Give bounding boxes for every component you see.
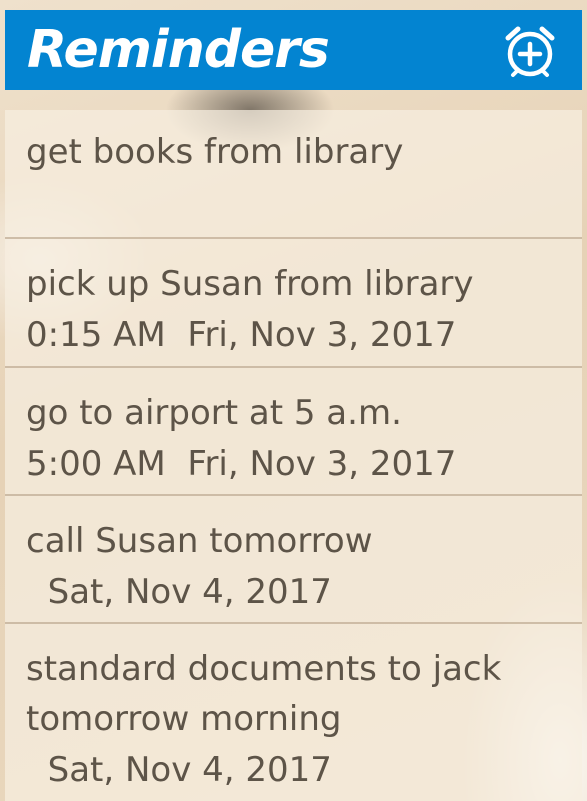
add-reminder-button[interactable]: [502, 20, 558, 80]
reminder-item[interactable]: go to airport at 5 a.m. 5:00 AM Fri, Nov…: [5, 368, 582, 496]
reminder-item[interactable]: standard documents to jack tomorrow morn…: [5, 624, 582, 801]
reminder-text: standard documents to jack: [26, 649, 502, 689]
reminder-datetime: Sat, Nov 4, 2017: [26, 750, 332, 790]
reminder-text: tomorrow morning: [26, 699, 342, 739]
reminder-item[interactable]: get books from library: [5, 110, 582, 239]
reminder-text: pick up Susan from library: [26, 264, 474, 304]
reminder-datetime: 5:00 AM Fri, Nov 3, 2017: [26, 444, 457, 484]
reminder-text: call Susan tomorrow: [26, 521, 373, 561]
app-header: Reminders: [5, 10, 582, 90]
reminder-datetime: 0:15 AM Fri, Nov 3, 2017: [26, 315, 457, 355]
alarm-add-icon: [505, 26, 555, 77]
reminder-text: go to airport at 5 a.m.: [26, 393, 402, 433]
reminder-item[interactable]: pick up Susan from library 0:15 AM Fri, …: [5, 239, 582, 368]
reminder-item[interactable]: call Susan tomorrow Sat, Nov 4, 2017: [5, 496, 582, 624]
reminder-text: get books from library: [26, 132, 404, 172]
reminder-datetime: Sat, Nov 4, 2017: [26, 572, 332, 612]
app-title: Reminders: [27, 20, 330, 80]
reminder-list: get books from library pick up Susan fro…: [5, 110, 582, 801]
